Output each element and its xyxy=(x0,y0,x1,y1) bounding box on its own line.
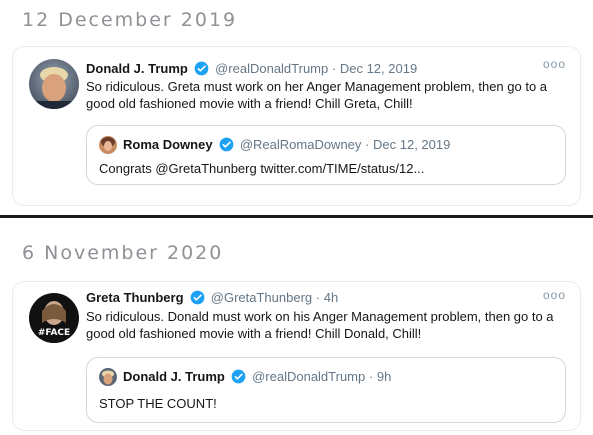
quote-display-name[interactable]: Roma Downey xyxy=(123,137,213,152)
avatar[interactable]: #FACE xyxy=(29,293,79,343)
panel-december-2019: 12 December 2019 Donald J. Trump @realDo… xyxy=(0,0,593,216)
quote-handle[interactable]: @realDonaldTrump xyxy=(252,369,365,384)
quote-header: Roma Downey @RealRomaDowney · Dec 12, 20… xyxy=(123,137,450,155)
quoted-tweet[interactable]: Donald J. Trump @realDonaldTrump · 9h ST… xyxy=(86,357,566,423)
timestamp[interactable]: Dec 12, 2019 xyxy=(340,61,417,76)
quote-avatar xyxy=(99,136,117,154)
more-options-icon[interactable]: ooo xyxy=(543,57,566,71)
verified-badge-icon xyxy=(231,369,246,387)
handle[interactable]: @realDonaldTrump xyxy=(215,61,328,76)
display-name[interactable]: Donald J. Trump xyxy=(86,61,188,76)
more-options-icon[interactable]: ooo xyxy=(543,288,566,302)
tweet-text: So ridiculous. Donald must work on his A… xyxy=(86,309,554,341)
display-name[interactable]: Greta Thunberg xyxy=(86,290,184,305)
quote-handle[interactable]: @RealRomaDowney xyxy=(240,137,362,152)
tweet-text: So ridiculous. Greta must work on her An… xyxy=(86,79,548,111)
separator: · xyxy=(331,61,337,76)
panel-november-2020: 6 November 2020 #FACE Greta Thunberg @Gr… xyxy=(0,219,593,435)
quote-header: Donald J. Trump @realDonaldTrump · 9h xyxy=(123,369,391,387)
timestamp[interactable]: 4h xyxy=(324,290,338,305)
handle[interactable]: @GretaThunberg xyxy=(211,290,312,305)
quote-text: Congrats @GretaThunberg twitter.com/TIME… xyxy=(99,161,425,176)
divider xyxy=(0,215,593,218)
quoted-tweet[interactable]: Roma Downey @RealRomaDowney · Dec 12, 20… xyxy=(86,125,566,185)
avatar[interactable] xyxy=(29,59,79,109)
quote-timestamp[interactable]: Dec 12, 2019 xyxy=(373,137,450,152)
separator: · xyxy=(315,290,321,305)
quote-text: STOP THE COUNT! xyxy=(99,396,217,411)
quote-timestamp[interactable]: 9h xyxy=(377,369,391,384)
verified-badge-icon xyxy=(190,290,205,308)
verified-badge-icon xyxy=(219,137,234,155)
tweet-card[interactable]: Donald J. Trump @realDonaldTrump · Dec 1… xyxy=(12,46,581,206)
quote-avatar xyxy=(99,368,117,386)
tweet-header: Donald J. Trump @realDonaldTrump · Dec 1… xyxy=(86,61,550,79)
date-heading: 12 December 2019 xyxy=(22,9,238,31)
date-heading: 6 November 2020 xyxy=(22,242,224,264)
separator: · xyxy=(365,137,370,152)
verified-badge-icon xyxy=(194,61,209,79)
avatar-badge-text: #FACE xyxy=(38,328,70,338)
tweet-header: Greta Thunberg @GretaThunberg · 4h xyxy=(86,290,550,308)
tweet-card[interactable]: #FACE Greta Thunberg @GretaThunberg · 4h… xyxy=(12,281,581,431)
separator: · xyxy=(368,369,374,384)
quote-display-name[interactable]: Donald J. Trump xyxy=(123,369,225,384)
